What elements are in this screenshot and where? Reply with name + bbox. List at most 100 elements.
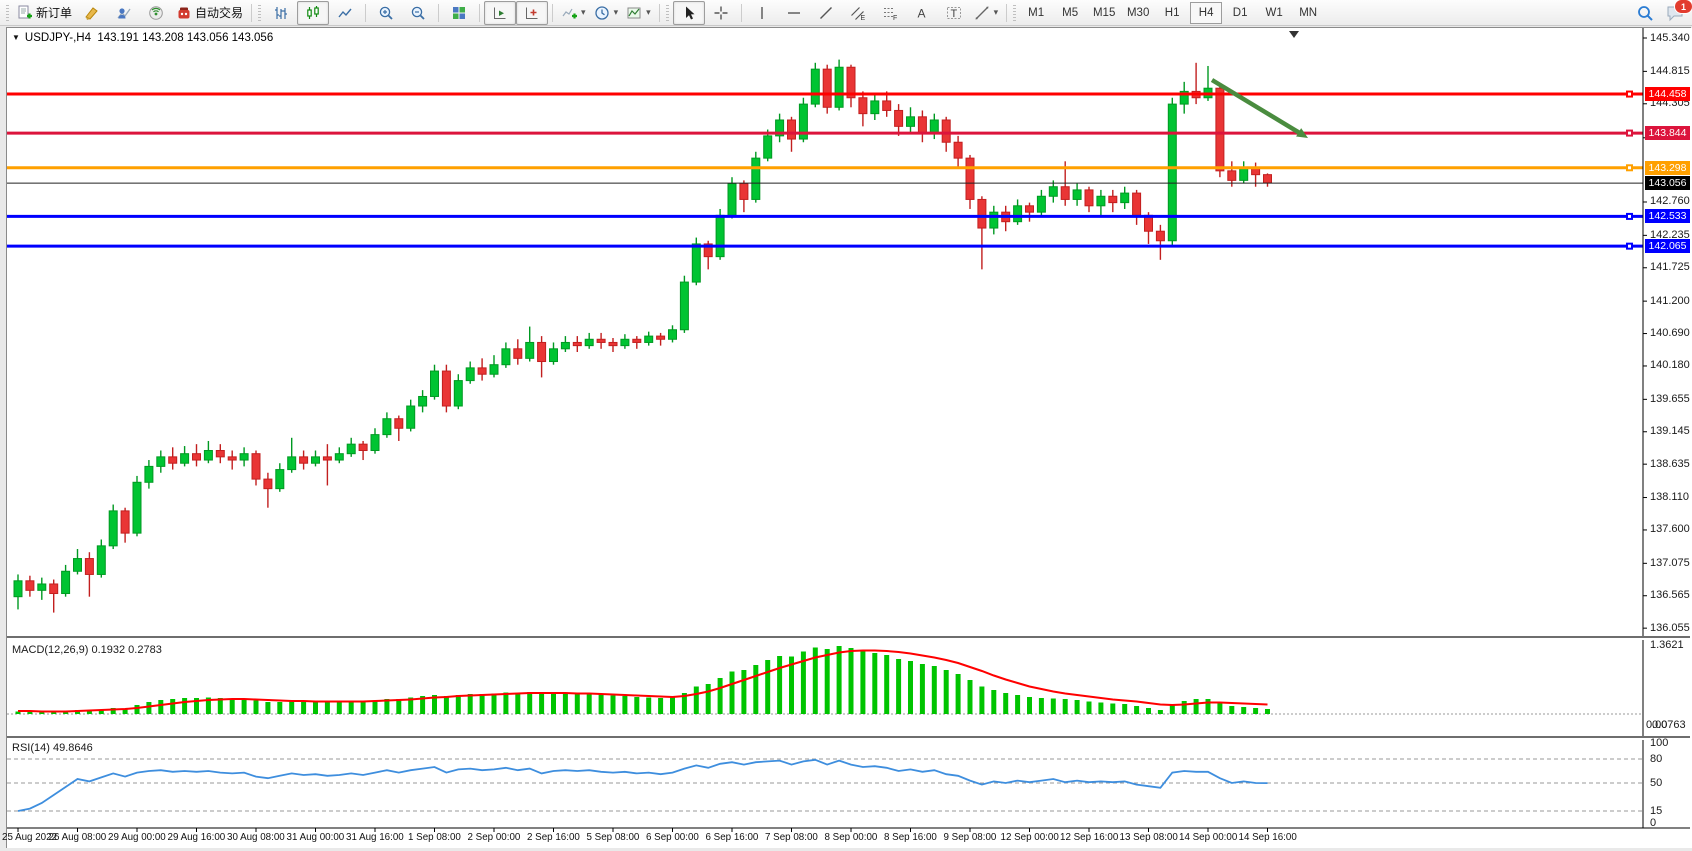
date-label: 31 Aug 16:00 — [346, 832, 404, 843]
candle — [133, 482, 141, 533]
chart-menu-icon[interactable]: ▼ — [12, 33, 20, 42]
candle — [359, 444, 367, 450]
macd-histogram-bar — [301, 702, 306, 715]
macd-axis-max-label: 1.3621 — [1650, 639, 1684, 651]
candle — [276, 470, 284, 489]
macd-histogram-bar — [718, 678, 723, 714]
candle — [716, 215, 724, 256]
candle — [1156, 231, 1164, 241]
macd-histogram-bar — [135, 705, 140, 714]
macd-histogram-bar — [932, 666, 937, 714]
macd-histogram-bar — [634, 697, 639, 714]
macd-histogram-bar — [373, 701, 378, 715]
candle — [312, 457, 320, 463]
rsi-level-label: 15 — [1650, 805, 1662, 817]
candle — [966, 158, 974, 199]
candle — [1037, 196, 1045, 212]
macd-histogram-bar — [254, 701, 259, 715]
date-label: 14 Sep 16:00 — [1239, 832, 1297, 843]
price-tick-label: 136.055 — [1650, 622, 1690, 634]
date-label: 29 Aug 00:00 — [108, 832, 166, 843]
macd-histogram-bar — [492, 694, 497, 715]
macd-histogram-bar — [230, 699, 235, 714]
candle — [1109, 196, 1117, 202]
hline-price-label: 144.458 — [1645, 87, 1690, 101]
date-label: 12 Sep 16:00 — [1060, 832, 1118, 843]
candle — [1228, 171, 1236, 181]
candle — [181, 454, 189, 464]
candle — [252, 454, 260, 479]
hline-price-label: 143.298 — [1645, 161, 1690, 175]
candle — [835, 67, 843, 107]
candle — [1073, 190, 1081, 200]
candle — [490, 365, 498, 375]
macd-histogram-bar — [1039, 698, 1044, 714]
macd-label: MACD(12,26,9) 0.1932 0.2783 — [12, 644, 162, 656]
bid-price-label: 143.056 — [1645, 176, 1690, 190]
macd-histogram-bar — [670, 698, 675, 715]
price-tick-label: 138.635 — [1650, 458, 1690, 470]
candle — [1264, 175, 1272, 183]
rsi-label: RSI(14) 49.8646 — [12, 742, 93, 754]
macd-histogram-bar — [968, 680, 973, 714]
candle — [1168, 104, 1176, 241]
macd-histogram-bar — [1122, 704, 1127, 714]
macd-histogram-bar — [1098, 703, 1103, 715]
chart-canvas[interactable] — [0, 0, 1692, 851]
macd-histogram-bar — [1265, 709, 1270, 714]
date-label: 7 Sep 08:00 — [765, 832, 818, 843]
macd-histogram-bar — [1194, 699, 1199, 714]
candle — [740, 184, 748, 200]
macd-histogram-bar — [920, 664, 925, 714]
candle — [14, 581, 22, 597]
macd-histogram-bar — [146, 702, 151, 714]
candle — [669, 330, 677, 340]
candle — [38, 584, 46, 590]
macd-histogram-bar — [242, 700, 247, 715]
candle — [264, 479, 272, 489]
date-label: 5 Sep 08:00 — [587, 832, 640, 843]
macd-histogram-bar — [480, 694, 485, 714]
candle — [347, 444, 355, 454]
macd-histogram-bar — [825, 649, 830, 714]
macd-histogram-bar — [313, 702, 318, 715]
macd-histogram-bar — [1087, 702, 1092, 715]
candle — [538, 342, 546, 361]
price-tick-label: 139.145 — [1650, 425, 1690, 437]
macd-histogram-bar — [349, 702, 354, 715]
chart-title: ▼USDJPY-,H4 143.191 143.208 143.056 143.… — [12, 32, 273, 44]
candle — [907, 117, 915, 127]
candle — [514, 349, 522, 359]
macd-histogram-bar — [456, 695, 461, 714]
rsi-level-label: 0 — [1650, 817, 1656, 829]
hline-price-label: 142.065 — [1645, 239, 1690, 253]
line-edit-marker-center — [1628, 215, 1631, 218]
candle — [419, 396, 427, 406]
macd-histogram-bar — [1170, 705, 1175, 714]
macd-histogram-bar — [1241, 707, 1246, 714]
candle — [204, 451, 212, 461]
candle — [1061, 187, 1069, 200]
macd-histogram-bar — [991, 690, 996, 714]
candle — [407, 406, 415, 428]
price-tick-label: 138.110 — [1650, 491, 1689, 503]
candle — [954, 142, 962, 158]
rsi-level-label: 100 — [1650, 737, 1668, 749]
candle — [454, 381, 462, 406]
candle — [550, 349, 558, 362]
candle — [1014, 206, 1022, 222]
macd-histogram-bar — [575, 694, 580, 714]
candle — [871, 101, 879, 114]
macd-histogram-bar — [944, 670, 949, 714]
date-label: 14 Sep 00:00 — [1179, 832, 1237, 843]
macd-histogram-bar — [611, 696, 616, 715]
macd-histogram-bar — [587, 694, 592, 714]
candle — [728, 184, 736, 216]
candle — [1216, 88, 1224, 171]
macd-histogram-bar — [503, 693, 508, 715]
line-edit-marker-center — [1628, 93, 1631, 96]
candle — [788, 120, 796, 139]
candle — [692, 244, 700, 282]
candle — [109, 511, 117, 546]
candle — [50, 584, 58, 594]
